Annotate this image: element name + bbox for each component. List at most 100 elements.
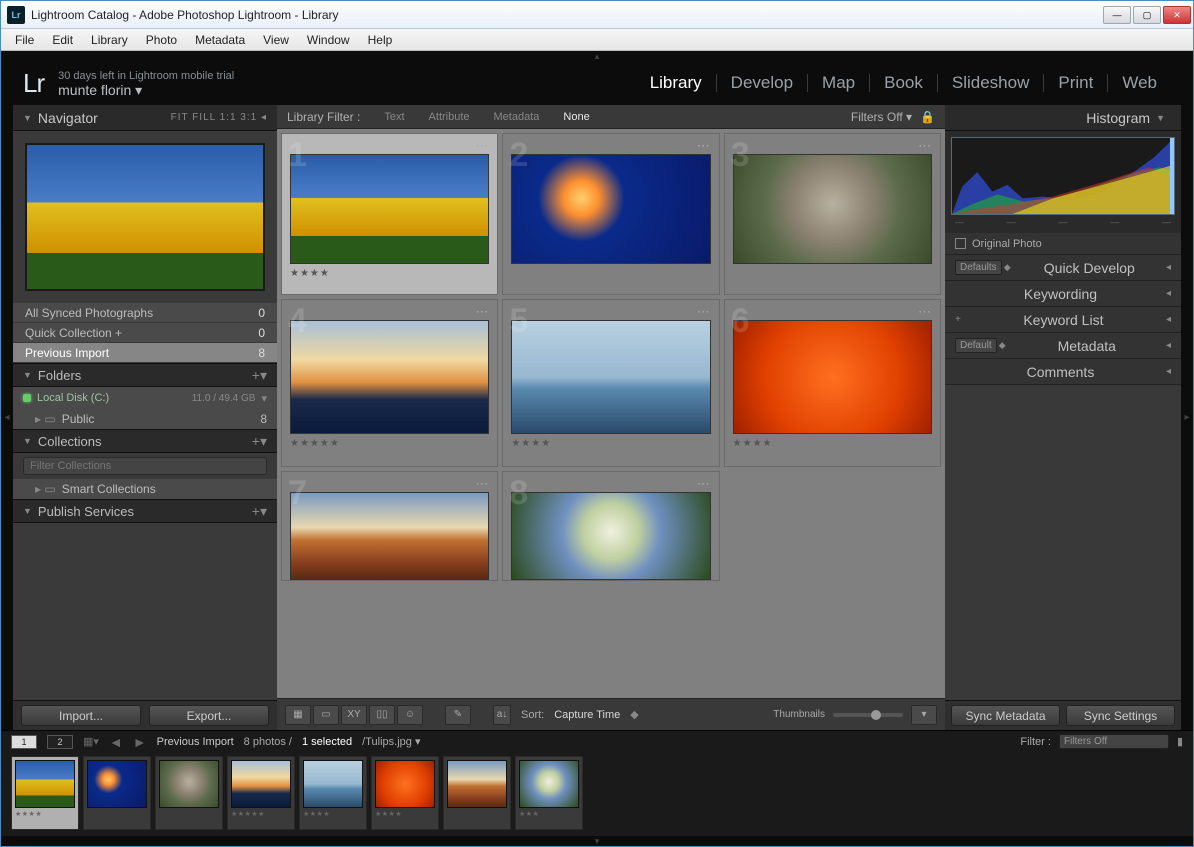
maximize-button[interactable]: ▢ — [1133, 6, 1161, 24]
menu-edit[interactable]: Edit — [44, 31, 81, 49]
grid-cell-6[interactable]: 6⋯★★★★ — [724, 299, 941, 467]
cat-previous-import[interactable]: Previous Import8 — [13, 343, 277, 363]
collections-header[interactable]: ▼Collections+▾ — [13, 429, 277, 453]
monitor-1[interactable]: 1 — [11, 735, 37, 749]
histogram-plot[interactable] — [951, 137, 1175, 215]
grid-cell-5[interactable]: 5⋯★★★★ — [502, 299, 719, 467]
histogram-header[interactable]: Histogram ▼ — [945, 105, 1181, 131]
filter-metadata[interactable]: Metadata — [494, 111, 540, 123]
grid-cell-8[interactable]: 8⋯ — [502, 471, 719, 581]
add-collection-icon[interactable]: +▾ — [252, 433, 267, 450]
menu-help[interactable]: Help — [360, 31, 401, 49]
menu-view[interactable]: View — [255, 31, 297, 49]
current-file[interactable]: /Tulips.jpg ▾ — [362, 735, 420, 748]
mod-map[interactable]: Map — [808, 73, 869, 93]
add-folder-icon[interactable]: +▾ — [252, 367, 267, 384]
mod-library[interactable]: Library — [636, 73, 716, 93]
mod-slideshow[interactable]: Slideshow — [938, 73, 1044, 93]
painter-tool[interactable]: ✎ — [445, 705, 471, 725]
menu-photo[interactable]: Photo — [138, 31, 185, 49]
filter-switch-icon[interactable]: ▮ — [1177, 735, 1183, 748]
nav-back[interactable]: ◄ — [109, 734, 123, 750]
add-publish-icon[interactable]: +▾ — [252, 503, 267, 520]
nav-forward[interactable]: ► — [133, 734, 147, 750]
user-name[interactable]: munte florin ▾ — [58, 83, 234, 97]
filter-state[interactable]: Filters Off ▾ — [851, 110, 912, 124]
thumbnail-size-slider[interactable] — [833, 713, 903, 717]
survey-view-button[interactable]: ▯▯ — [369, 705, 395, 725]
menu-library[interactable]: Library — [83, 31, 136, 49]
folder-public[interactable]: ▸ ▭Public8 — [13, 409, 277, 429]
publish-header[interactable]: ▼Publish Services+▾ — [13, 499, 277, 523]
grid-cell-4[interactable]: 4⋯★★★★★ — [281, 299, 498, 467]
compare-view-button[interactable]: XY — [341, 705, 367, 725]
filter-dropdown[interactable]: Filters Off — [1059, 734, 1169, 749]
fs-cell-6[interactable]: ★★★★ — [371, 756, 439, 830]
fs-cell-2[interactable] — [83, 756, 151, 830]
original-photo-row[interactable]: Original Photo — [945, 233, 1181, 255]
navigator-preview[interactable] — [13, 131, 277, 303]
grid-cell-3[interactable]: 3⋯ — [724, 133, 941, 295]
filter-attribute[interactable]: Attribute — [429, 111, 470, 123]
export-button[interactable]: Export... — [149, 705, 269, 726]
grid-view[interactable]: 1⋯★★★★ 2⋯ 3⋯ 4⋯★★★★★ 5⋯★★★★ 6⋯★★★★ 7⋯ 8⋯ — [277, 129, 945, 698]
thumb-koala — [733, 154, 932, 264]
keywording-panel[interactable]: Keywording◂ — [945, 281, 1181, 307]
monitor-2[interactable]: 2 — [47, 735, 73, 749]
sort-menu-icon[interactable]: ◆ — [630, 708, 638, 721]
thumb-lighthouse — [290, 320, 489, 434]
menu-window[interactable]: Window — [299, 31, 358, 49]
navigator-image — [25, 143, 265, 291]
cat-synced[interactable]: All Synced Photographs0 — [13, 303, 277, 323]
filter-collections-input[interactable] — [23, 457, 267, 475]
filter-text[interactable]: Text — [384, 111, 404, 123]
toolbar-menu[interactable]: ▾ — [911, 705, 937, 725]
left-panel-toggle[interactable]: ◂ — [1, 105, 13, 730]
lock-icon[interactable]: 🔒 — [920, 110, 935, 124]
navigator-zoom[interactable]: FIT FILL 1:1 3:1 ◂ — [171, 112, 267, 123]
mod-book[interactable]: Book — [870, 73, 937, 93]
sync-settings-button[interactable]: Sync Settings — [1066, 705, 1175, 726]
fs-cell-3[interactable] — [155, 756, 223, 830]
import-button[interactable]: Import... — [21, 705, 141, 726]
fs-cell-4[interactable]: ★★★★★ — [227, 756, 295, 830]
fs-cell-8[interactable]: ★★★ — [515, 756, 583, 830]
mod-print[interactable]: Print — [1044, 73, 1107, 93]
checkbox-icon[interactable] — [955, 238, 966, 249]
fs-cell-5[interactable]: ★★★★ — [299, 756, 367, 830]
quick-develop-panel[interactable]: Defaults◆Quick Develop◂ — [945, 255, 1181, 281]
breadcrumb[interactable]: Previous Import — [157, 736, 234, 748]
minimize-button[interactable]: — — [1103, 6, 1131, 24]
grid-cell-1[interactable]: 1⋯★★★★ — [281, 133, 498, 295]
navigator-header[interactable]: ▼ Navigator FIT FILL 1:1 3:1 ◂ — [13, 105, 277, 131]
metadata-panel[interactable]: Default◆Metadata◂ — [945, 333, 1181, 359]
sync-metadata-button[interactable]: Sync Metadata — [951, 705, 1060, 726]
menu-file[interactable]: File — [7, 31, 42, 49]
bottom-panel-toggle[interactable]: ▾ — [1, 836, 1193, 846]
top-panel-toggle[interactable]: ▴ — [1, 51, 1193, 61]
smart-collections[interactable]: ▸ ▭Smart Collections — [13, 479, 277, 499]
fs-cell-7[interactable] — [443, 756, 511, 830]
titlebar[interactable]: Lr Lightroom Catalog - Adobe Photoshop L… — [1, 1, 1193, 29]
mod-develop[interactable]: Develop — [717, 73, 807, 93]
grid-view-button[interactable]: ▦ — [285, 705, 311, 725]
folders-header[interactable]: ▼Folders+▾ — [13, 363, 277, 387]
grid-cell-2[interactable]: 2⋯ — [502, 133, 719, 295]
mod-web[interactable]: Web — [1108, 73, 1171, 93]
fs-cell-1[interactable]: ★★★★ — [11, 756, 79, 830]
keyword-list-panel[interactable]: +Keyword List◂ — [945, 307, 1181, 333]
close-button[interactable]: ✕ — [1163, 6, 1191, 24]
disk-row[interactable]: Local Disk (C:)11.0 / 49.4 GB▾ — [13, 387, 277, 409]
filmstrip[interactable]: ★★★★ ★★★★★ ★★★★ ★★★★ ★★★ — [1, 752, 1193, 836]
comments-panel[interactable]: Comments◂ — [945, 359, 1181, 385]
sort-asc-icon[interactable]: a↓ — [493, 705, 511, 725]
right-panel-toggle[interactable]: ▸ — [1181, 105, 1193, 730]
grid-icon[interactable]: ▦▾ — [83, 735, 99, 748]
people-view-button[interactable]: ☺ — [397, 705, 423, 725]
cat-quick[interactable]: Quick Collection +0 — [13, 323, 277, 343]
sort-value[interactable]: Capture Time — [554, 709, 620, 721]
filter-none[interactable]: None — [563, 111, 589, 123]
menu-metadata[interactable]: Metadata — [187, 31, 253, 49]
grid-cell-7[interactable]: 7⋯ — [281, 471, 498, 581]
loupe-view-button[interactable]: ▭ — [313, 705, 339, 725]
